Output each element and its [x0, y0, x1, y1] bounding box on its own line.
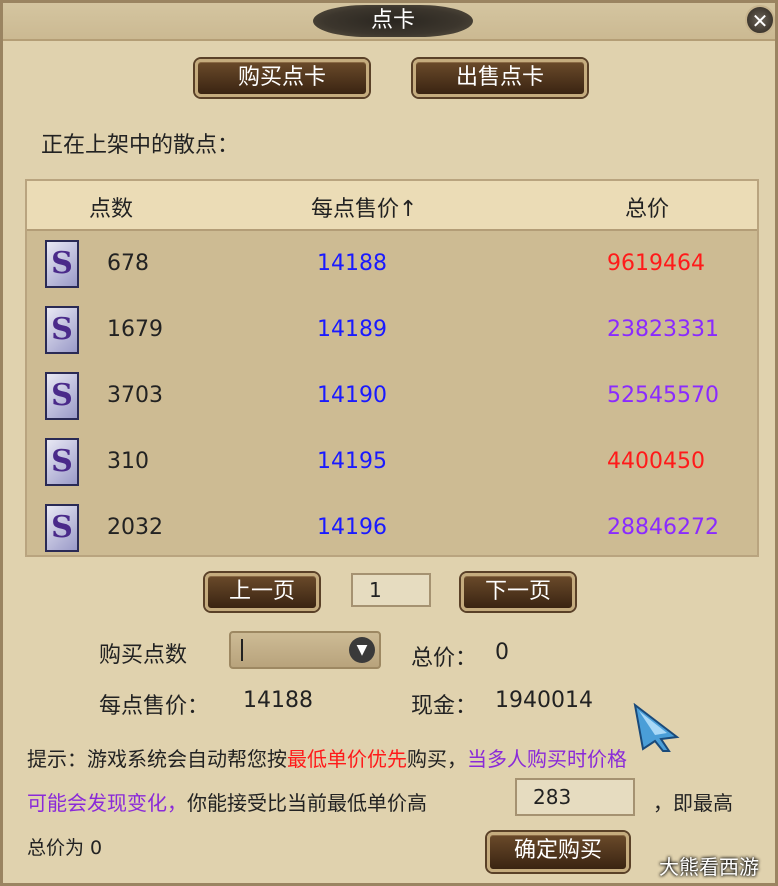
header-unit-price[interactable]: 每点售价↑ [311, 191, 417, 223]
point-card-icon: S [45, 306, 79, 354]
row-points: 678 [107, 251, 149, 276]
qty-dropdown[interactable]: ▼ [229, 631, 381, 669]
point-card-icon: S [45, 372, 79, 420]
point-card-icon: S [45, 438, 79, 486]
row-total: 9619464 [607, 251, 705, 276]
row-total: 4400450 [607, 449, 705, 474]
header-total[interactable]: 总价 [625, 191, 669, 223]
row-total: 23823331 [607, 317, 719, 342]
tip-text: 提示：游戏系统会自动帮您按 [27, 747, 287, 771]
next-page-button[interactable]: 下一页 [461, 573, 575, 611]
close-button[interactable]: ✕ [745, 5, 775, 35]
table-row[interactable]: S 2032 14196 28846272 [27, 495, 757, 561]
listing-label: 正在上架中的散点： [41, 133, 240, 158]
table-row[interactable]: S 678 14188 9619464 [27, 231, 757, 297]
cash-label: 现金： [411, 694, 478, 719]
row-points: 3703 [107, 383, 163, 408]
row-points: 2032 [107, 515, 163, 540]
tip-highlight-purple: 可能会发现变化， [27, 791, 187, 815]
row-total: 28846272 [607, 515, 719, 540]
listing-table: 点数 每点售价↑ 总价 S 678 14188 9619464 S 1679 1… [25, 179, 759, 557]
price-tolerance-input[interactable]: 283 [515, 778, 635, 816]
unit-price-label: 每点售价： [99, 694, 210, 719]
sell-point-card-tab[interactable]: 出售点卡 [413, 59, 587, 97]
row-total: 52545570 [607, 383, 719, 408]
row-points: 1679 [107, 317, 163, 342]
qty-label: 购买点数 [99, 643, 188, 668]
tip-highlight-purple: 当多人购买时价格 [467, 747, 627, 771]
point-card-icon: S [45, 240, 79, 288]
page-number-field[interactable]: 1 [351, 573, 431, 607]
cash-value: 1940014 [495, 688, 593, 713]
total-label: 总价： [411, 646, 478, 671]
window-title: 点卡 [313, 5, 473, 37]
tip-line-2-end: ，即最高 [653, 791, 733, 815]
unit-price-value: 14188 [243, 688, 313, 713]
table-row[interactable]: S 1679 14189 23823331 [27, 297, 757, 363]
prev-page-button[interactable]: 上一页 [205, 573, 319, 611]
row-unit-price: 14195 [317, 449, 387, 474]
text-caret [241, 639, 243, 661]
chevron-down-icon[interactable]: ▼ [349, 637, 375, 663]
table-header: 点数 每点售价↑ 总价 [27, 181, 757, 231]
title-bar: 点卡 ✕ [3, 3, 775, 41]
point-card-window: 点卡 ✕ 购买点卡 出售点卡 正在上架中的散点： 点数 每点售价↑ 总价 S 6… [0, 0, 778, 886]
tip-text: 你能接受比当前最低单价高 [187, 791, 427, 815]
table-row[interactable]: S 310 14195 4400450 [27, 429, 757, 495]
row-unit-price: 14189 [317, 317, 387, 342]
header-points[interactable]: 点数 [89, 191, 133, 223]
tip-line-2: 可能会发现变化，你能接受比当前最低单价高 [27, 787, 427, 816]
buy-point-card-tab[interactable]: 购买点卡 [195, 59, 369, 97]
point-card-icon: S [45, 504, 79, 552]
tip-line-3: 总价为 0 [27, 837, 103, 859]
mouse-cursor-icon [633, 703, 680, 752]
tip-text: 购买， [407, 747, 467, 771]
tip-highlight-red: 最低单价优先 [287, 747, 407, 771]
row-points: 310 [107, 449, 149, 474]
table-row[interactable]: S 3703 14190 52545570 [27, 363, 757, 429]
total-value: 0 [495, 640, 509, 665]
row-unit-price: 14196 [317, 515, 387, 540]
watermark: 大熊看西游 [659, 855, 759, 879]
row-unit-price: 14188 [317, 251, 387, 276]
row-unit-price: 14190 [317, 383, 387, 408]
tip-line-1: 提示：游戏系统会自动帮您按最低单价优先购买，当多人购买时价格 [27, 743, 627, 772]
confirm-purchase-button[interactable]: 确定购买 [487, 832, 629, 872]
